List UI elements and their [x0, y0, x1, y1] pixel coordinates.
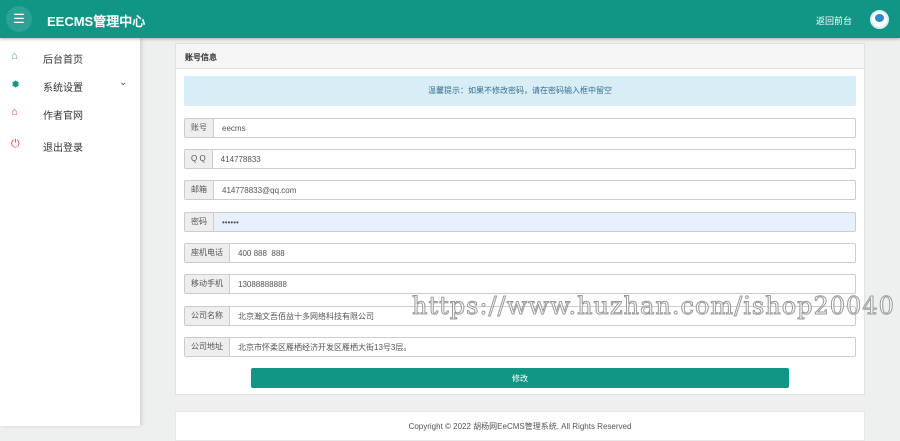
gear-icon: ✹	[11, 79, 21, 91]
sidebar-item-author-site[interactable]: ⌂ 作者官网	[0, 101, 140, 125]
sidebar-item-label: 作者官网	[43, 111, 83, 122]
email-input[interactable]	[214, 181, 855, 199]
password-field: 密码	[184, 212, 856, 232]
landline-input[interactable]	[230, 244, 855, 262]
sidebar-item-label: 系统设置	[43, 83, 83, 94]
power-icon: ⏻	[11, 138, 20, 150]
sidebar-item-logout[interactable]: ⏻ 退出登录	[0, 133, 140, 157]
field-label: Q Q	[185, 150, 213, 168]
mobile-field: 移动手机	[184, 274, 856, 294]
mobile-input[interactable]	[230, 275, 855, 293]
field-label: 密码	[185, 213, 214, 231]
account-field: 账号	[184, 118, 856, 138]
field-label: 公司名称	[185, 307, 230, 325]
field-label: 公司地址	[185, 338, 230, 356]
account-input[interactable]	[214, 119, 855, 137]
avatar[interactable]	[870, 10, 889, 29]
app-title: EECMS管理中心	[47, 14, 146, 29]
back-to-frontend-link[interactable]: 返回前台	[816, 14, 852, 27]
company-name-field: 公司名称	[184, 306, 856, 326]
company-address-field: 公司地址	[184, 337, 856, 357]
qq-input[interactable]	[212, 150, 855, 168]
panel-title: 账号信息	[176, 44, 864, 69]
top-bar: ☰ EECMS管理中心 返回前台	[0, 0, 900, 38]
field-label: 移动手机	[185, 275, 230, 293]
menu-toggle-button[interactable]: ☰	[6, 6, 32, 32]
qq-field: Q Q	[184, 149, 856, 169]
field-label: 账号	[185, 119, 214, 137]
landline-field: 座机电话	[184, 243, 856, 263]
chevron-down-icon: ⌄	[119, 77, 128, 88]
sidebar-item-label: 后台首页	[43, 55, 83, 66]
field-label: 邮箱	[185, 181, 214, 199]
home-icon: ⌂	[11, 106, 18, 118]
email-field: 邮箱	[184, 180, 856, 200]
field-label: 座机电话	[185, 244, 230, 262]
sidebar-item-dashboard[interactable]: ⌂ 后台首页	[0, 45, 140, 69]
footer-copyright: Copyright © 2022 胡杨网EeCMS管理系统. All Right…	[175, 411, 865, 441]
home-icon: ⌂	[11, 50, 18, 62]
sidebar-item-label: 退出登录	[43, 143, 83, 154]
company-name-input[interactable]	[230, 307, 855, 325]
sidebar: ⌂ 后台首页 ✹ 系统设置 ⌄ ⌂ 作者官网 ⏻ 退出登录	[0, 38, 140, 426]
hint-alert: 温馨提示：如果不修改密码，请在密码输入框中留空	[184, 76, 856, 106]
sidebar-item-settings[interactable]: ✹ 系统设置 ⌄	[0, 73, 140, 97]
submit-button[interactable]: 修改	[251, 368, 789, 388]
password-input[interactable]	[214, 213, 855, 231]
account-info-panel: 账号信息 温馨提示：如果不修改密码，请在密码输入框中留空 账号 Q Q 邮箱 密…	[175, 43, 865, 395]
company-address-input[interactable]	[230, 338, 855, 356]
